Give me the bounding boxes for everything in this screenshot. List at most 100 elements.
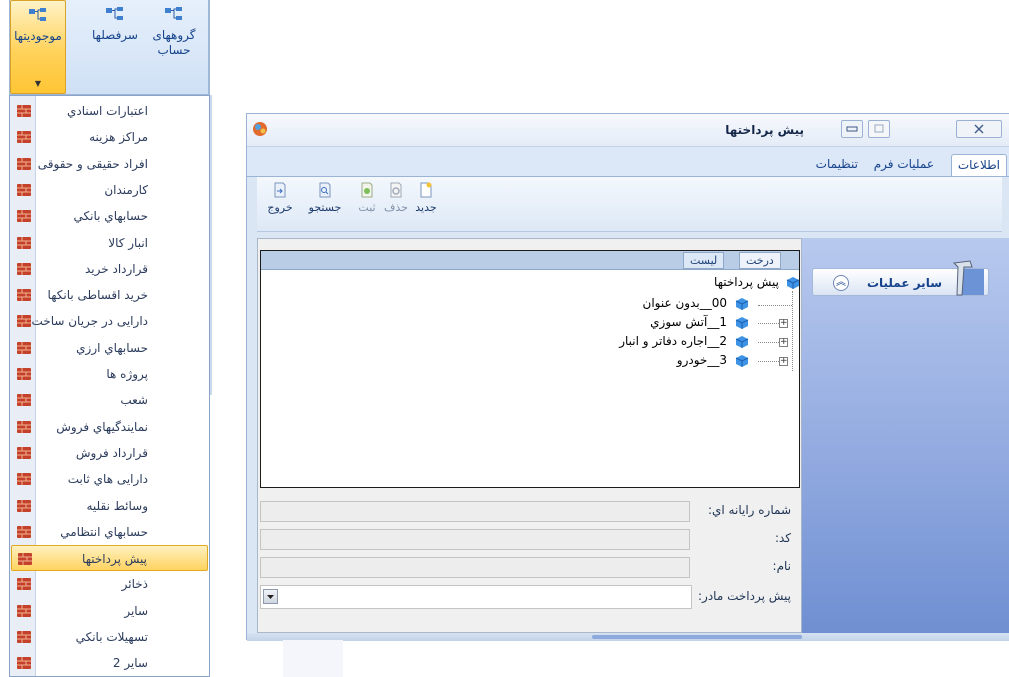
brick-icon [16, 655, 32, 671]
menu-item-label: نمایندگیهاي فروش [56, 419, 148, 434]
tree-root[interactable]: پیش پرداختها [714, 275, 779, 289]
entities-dropdown-menu: اعتبارات اسنادي مراکز هزینه افراد حقیقی و … [9, 95, 210, 677]
name-field[interactable] [260, 557, 690, 578]
cube-icon [735, 316, 749, 330]
tab-list-view[interactable]: لیست [683, 252, 725, 269]
search-button[interactable]: جستجو [305, 177, 345, 229]
menu-item[interactable]: نمایندگیهاي فروش [11, 414, 208, 440]
tree-connector [758, 361, 779, 362]
close-button[interactable] [956, 120, 1002, 138]
minimize-button[interactable] [841, 120, 863, 138]
other-operations-title: ساير عمليات [866, 276, 942, 290]
cube-icon [735, 354, 749, 368]
side-panel: ساير عمليات ︽ [802, 238, 1009, 633]
ribbon-button-headings[interactable]: سرفصلها [89, 6, 141, 86]
menu-item-label: انبار کالا [108, 235, 148, 250]
menu-item[interactable]: شعب [11, 387, 208, 413]
tree-node[interactable]: 3__خودرو [677, 353, 727, 367]
menu-item[interactable]: دارایی در جریان ساخت [11, 308, 208, 334]
parent-prepayment-select[interactable] [260, 585, 692, 609]
menu-item-label: افراد حقیقی و حقوقی [37, 156, 148, 171]
tree-connector [792, 291, 793, 371]
tree-node[interactable]: 2__اجاره دفاتر و انبار [619, 334, 727, 348]
menu-item[interactable]: حسابهاي ارزي [11, 335, 208, 361]
double-chevron-up-icon[interactable]: ︽ [833, 275, 849, 291]
tab-info[interactable]: اطلاعات [950, 154, 1007, 176]
code-field[interactable] [260, 529, 690, 550]
chevron-down-icon[interactable] [263, 589, 278, 604]
ribbon-button-account-groups[interactable]: گروههای حساب [144, 6, 204, 86]
menu-item[interactable]: خرید اقساطی بانکها [11, 282, 208, 308]
delete-button[interactable]: حذف [381, 177, 411, 229]
menu-item[interactable]: دارایی هاي ثابت [11, 466, 208, 492]
view-tabs: لیست درخت [261, 251, 799, 270]
menu-item-label: شعب [120, 393, 148, 408]
brick-icon [16, 287, 32, 303]
other-operations-card[interactable]: ساير عمليات ︽ [812, 260, 989, 296]
menu-item-label: کارمندان [104, 182, 148, 197]
computer-number-field[interactable] [260, 501, 690, 522]
tab-tree-view[interactable]: درخت [739, 252, 781, 269]
menu-item[interactable]: کارمندان [11, 177, 208, 203]
restore-button[interactable] [868, 120, 890, 138]
menu-item[interactable]: افراد حقیقی و حقوقی [11, 151, 208, 177]
menu-item[interactable]: ساير 2 [11, 650, 208, 676]
delete-icon [388, 182, 404, 198]
hammer-icon [944, 255, 986, 297]
expand-icon[interactable]: + [779, 357, 788, 366]
menu-item[interactable]: تسهیلات بانکي [11, 624, 208, 650]
menu-item[interactable]: حسابهاي انتظامي [11, 519, 208, 545]
tree-list-panel: لیست درخت پیش پرداختها 00__بدون عنوان + … [260, 250, 800, 488]
menu-item[interactable]: پیش پرداختها [11, 545, 208, 572]
tab-form-operations[interactable]: عملیات فرم [868, 154, 940, 176]
brick-icon [16, 603, 32, 619]
prepayments-window: پیش پرداختها اطلاعات عملیات فرم تنظیمات … [246, 113, 1009, 641]
brick-icon [16, 129, 32, 145]
menu-item[interactable]: حسابهاي بانکي [11, 203, 208, 229]
new-button[interactable]: جدید [411, 177, 441, 229]
brick-icon [16, 156, 32, 172]
tree-node[interactable]: 1__آتش سوزي [650, 315, 727, 329]
dropdown-arrow-icon: ▼ [34, 79, 42, 88]
toolbar-label: جدید [415, 201, 437, 214]
menu-item[interactable]: ساير [11, 598, 208, 624]
expand-icon[interactable]: + [779, 319, 788, 328]
menu-item[interactable]: پروژه ها [11, 361, 208, 387]
tree-node-label: 00__بدون عنوان [642, 296, 727, 310]
main-content: لیست درخت پیش پرداختها 00__بدون عنوان + … [257, 238, 802, 633]
view-tab-label: لیست [690, 254, 718, 267]
ribbon-tabs: اطلاعات عملیات فرم تنظیمات [247, 147, 1009, 177]
menu-item[interactable]: قرارداد فروش [11, 440, 208, 466]
menu-item[interactable]: اعتبارات اسنادي [11, 98, 208, 124]
title-bar: پیش پرداختها [247, 114, 1009, 147]
toolbar-label: جستجو [308, 201, 342, 214]
tab-label: اطلاعات [957, 158, 1000, 172]
menu-item-label: حسابهاي بانکي [73, 209, 148, 224]
tab-settings[interactable]: تنظیمات [810, 154, 864, 176]
tree-connector [758, 305, 792, 306]
menu-item-label: خرید اقساطی بانکها [47, 288, 148, 303]
menu-item[interactable]: انبار کالا [11, 230, 208, 256]
ribbon-button-label: سرفصلها [92, 28, 138, 42]
brick-icon [16, 366, 32, 382]
menu-item[interactable]: قرارداد خرید [11, 256, 208, 282]
brick-icon [17, 551, 33, 567]
tree-node-label: پیش پرداختها [714, 275, 779, 289]
menu-item-label: قرارداد خرید [85, 261, 148, 276]
name-label: نام: [772, 559, 791, 573]
new-document-icon [418, 182, 434, 198]
exit-button[interactable]: خروج [265, 177, 295, 229]
menu-item[interactable]: مراکز هزینه [11, 124, 208, 150]
expand-icon[interactable]: + [779, 338, 788, 347]
menu-item-label: پروژه ها [106, 367, 148, 381]
window-title: پیش پرداختها [725, 123, 804, 137]
tree-node[interactable]: 00__بدون عنوان [643, 296, 727, 310]
ribbon-button-entities[interactable]: موجودیتها ▼ [10, 0, 66, 94]
menu-item[interactable]: ذخائر [11, 571, 208, 597]
menu-item-label: ساير 2 [112, 656, 148, 671]
save-button[interactable]: ثبت [352, 177, 382, 229]
status-accent [592, 635, 802, 639]
menu-item[interactable]: وسائط نقلیه [11, 493, 208, 519]
toolbar-label: ثبت [358, 201, 376, 214]
computer-number-label: شماره رایانه اي: [707, 503, 791, 517]
